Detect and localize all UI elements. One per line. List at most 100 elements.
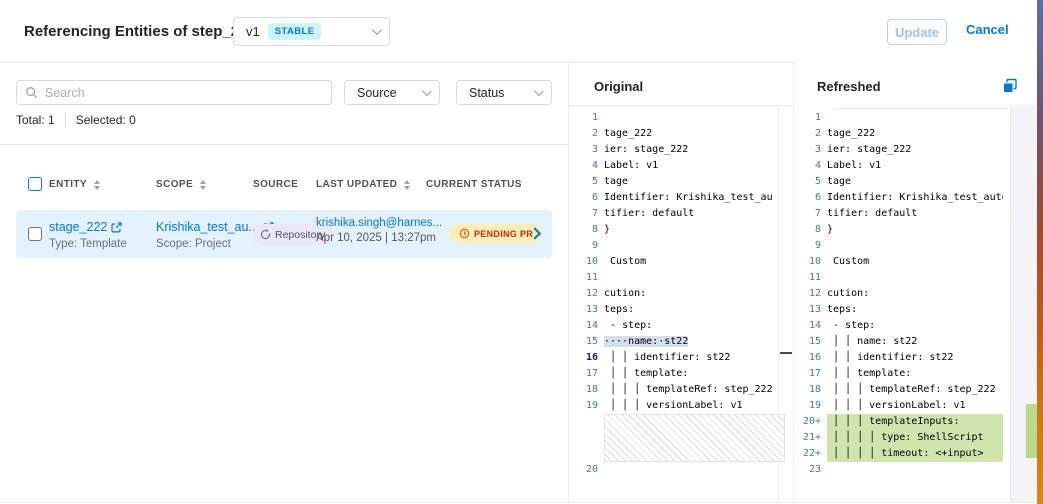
status-filter-label: Status — [469, 86, 504, 100]
code-line: 10 Custom — [795, 254, 1017, 270]
code-line: 16 │ │ identifier: st22 — [795, 350, 1017, 366]
column-entity: ENTITY — [49, 179, 100, 190]
chevron-right-icon[interactable] — [532, 227, 542, 245]
code-line: 20+ │ │ │ templateInputs: — [795, 414, 1017, 430]
code-line: 7tifier: default — [795, 206, 1017, 222]
line-number: 3 — [568, 142, 604, 158]
line-number: 2 — [795, 126, 827, 142]
line-number: 8 — [568, 222, 604, 238]
code-line: 16 │ │ identifier: st22 — [568, 350, 793, 366]
line-number: 6 — [795, 190, 827, 206]
code-line: 17 │ │ template: — [795, 366, 1017, 382]
version-select[interactable]: v1 STABLE — [233, 17, 390, 46]
line-number: 13 — [795, 302, 827, 318]
line-number: 10 — [568, 254, 604, 270]
line-number: 20 — [568, 462, 604, 478]
code-line: 5tage — [795, 174, 1017, 190]
code-line: 4Label: v1 — [795, 158, 1017, 174]
source-filter-label: Source — [357, 86, 397, 100]
line-number: 6 — [568, 190, 604, 206]
column-current-status: CURRENT STATUS — [426, 179, 522, 190]
line-number: 3 — [795, 142, 827, 158]
line-number: 11 — [568, 270, 604, 286]
table-header-row: ENTITY SCOPE SOURCE LAST UPDATED CURRENT… — [0, 177, 568, 193]
status-label: PENDING PR — [474, 229, 533, 239]
line-number: 7 — [795, 206, 827, 222]
update-button[interactable]: Update — [887, 19, 947, 45]
code-line: 11 — [568, 270, 793, 286]
code-line: 1 — [568, 110, 793, 126]
code-line: 7tifier: default — [568, 206, 793, 222]
column-last-updated: LAST UPDATED — [316, 179, 410, 190]
copy-icon[interactable] — [1002, 78, 1018, 99]
referencing-entities-dialog: Referencing Entities of step_222 v1 STAB… — [0, 0, 1043, 504]
column-source: SOURCE — [253, 179, 298, 190]
search-input[interactable] — [45, 86, 323, 100]
line-number: 1 — [568, 110, 604, 126]
line-number: 16 — [795, 350, 827, 366]
code-line: 22+ │ │ │ │ timeout: <+input> — [795, 446, 1017, 462]
diff-inserted-placeholder — [568, 414, 793, 462]
select-all-checkbox[interactable] — [28, 177, 42, 191]
sort-icon[interactable] — [94, 180, 100, 190]
code-line: 2tage_222 — [795, 126, 1017, 142]
line-number: 19 — [795, 398, 827, 414]
code-line: 15····name:·st22 — [568, 334, 793, 350]
line-number: 5 — [795, 174, 827, 190]
code-line: 10 Custom — [568, 254, 793, 270]
code-line: 3ier: stage_222 — [795, 142, 1017, 158]
scope-sub: Scope: Project — [156, 238, 252, 250]
entity-link[interactable]: stage_222 — [49, 220, 122, 234]
line-number: 17 — [568, 366, 604, 382]
line-number: 1 — [795, 110, 827, 126]
status-badge: PENDING PR — [450, 224, 542, 243]
row-checkbox[interactable] — [28, 227, 42, 241]
line-number: 10 — [795, 254, 827, 270]
updated-at: Apr 10, 2025 | 13:27pm — [316, 232, 446, 244]
line-number: 21+ — [795, 430, 827, 446]
code-line: 13teps: — [795, 302, 1017, 318]
repository-icon — [260, 229, 271, 240]
sort-icon[interactable] — [404, 180, 410, 190]
cancel-button[interactable]: Cancel — [966, 22, 1009, 37]
line-number: 4 — [795, 158, 827, 174]
table-row[interactable]: stage_222 Type: Template Krishika_test_a… — [16, 210, 552, 258]
line-number: 5 — [568, 174, 604, 190]
code-line: 19 │ │ │ versionLabel: v1 — [568, 398, 793, 414]
selected-count: Selected: 0 — [76, 113, 136, 127]
line-number: 14 — [795, 318, 827, 334]
line-number: 15 — [568, 334, 604, 350]
code-line: 9 — [795, 238, 1017, 254]
code-line: 14 - step: — [568, 318, 793, 334]
code-line: 19 │ │ │ versionLabel: v1 — [795, 398, 1017, 414]
sort-icon[interactable] — [200, 180, 206, 190]
original-code-panel[interactable]: 12tage_2223ier: stage_2224Label: v15tage… — [568, 105, 793, 503]
line-number: 9 — [568, 238, 604, 254]
refreshed-code-panel[interactable]: 12tage_2223ier: stage_2224Label: v15tage… — [795, 105, 1017, 503]
code-line: 4Label: v1 — [568, 158, 793, 174]
code-line: 5tage — [568, 174, 793, 190]
code-line: 8} — [568, 222, 793, 238]
updated-by[interactable]: krishika.singh@harnes... — [316, 217, 446, 229]
overview-ruler-added-marker — [1026, 404, 1037, 458]
external-link-icon — [111, 222, 122, 233]
diff-header-refreshed: Refreshed — [817, 79, 881, 94]
source-filter[interactable]: Source — [344, 80, 440, 105]
search-box[interactable] — [16, 80, 332, 105]
diff-sash[interactable] — [793, 62, 794, 503]
filters-divider — [0, 144, 568, 145]
last-updated-cell: krishika.singh@harnes... Apr 10, 2025 | … — [316, 217, 446, 244]
line-number: 4 — [568, 158, 604, 174]
code-line: 3ier: stage_222 — [568, 142, 793, 158]
status-filter[interactable]: Status — [456, 80, 552, 105]
entity-cell: stage_222 Type: Template — [49, 218, 127, 250]
line-number: 18 — [568, 382, 604, 398]
line-number: 18 — [795, 382, 827, 398]
selection-summary: Total: 1 Selected: 0 — [16, 112, 136, 127]
code-line: 6Identifier: Krishika_test_auto — [568, 190, 793, 206]
code-line: 13teps: — [568, 302, 793, 318]
line-number: 12 — [568, 286, 604, 302]
line-number: 23 — [795, 462, 827, 478]
bottom-edge — [0, 502, 1043, 503]
version-label: v1 — [246, 24, 260, 39]
